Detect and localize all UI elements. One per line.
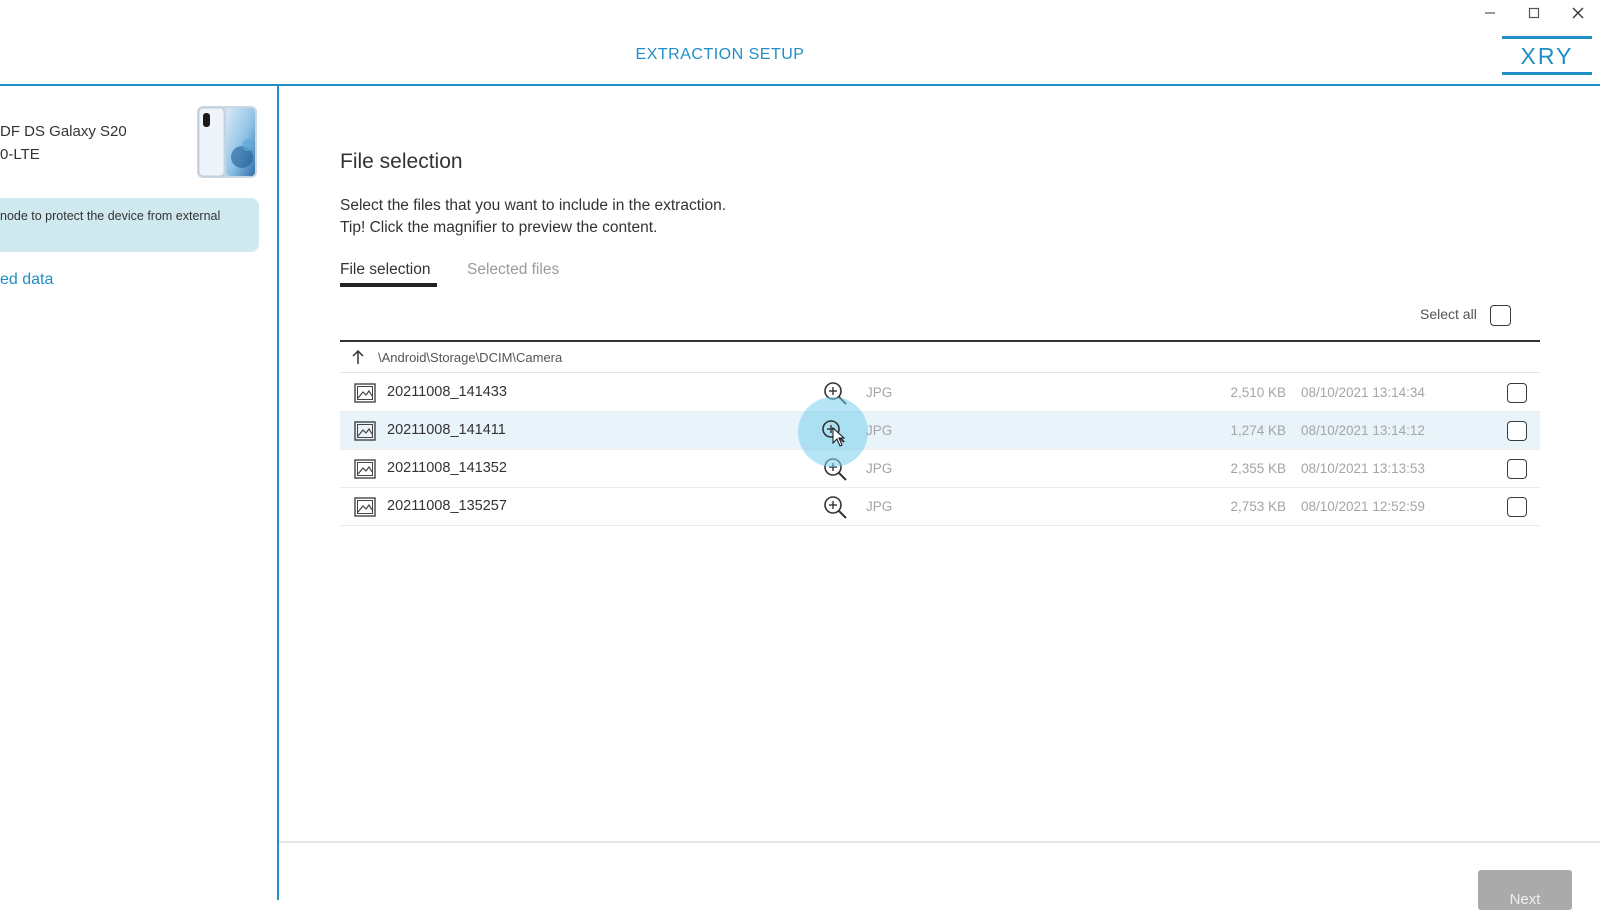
image-icon <box>354 459 376 479</box>
close-icon <box>1572 7 1584 19</box>
folder-path: \Android\Storage\DCIM\Camera <box>378 350 563 365</box>
path-row[interactable]: \Android\Storage\DCIM\Camera <box>340 342 1540 373</box>
file-date: 08/10/2021 13:14:12 <box>1301 423 1425 438</box>
device-name-line-2: 0-LTE <box>0 146 40 163</box>
file-size: 2,355 KB <box>1230 461 1286 476</box>
select-all-label: Select all <box>1420 306 1477 322</box>
file-checkbox[interactable] <box>1507 459 1527 479</box>
logo-text: XRY <box>1520 43 1574 69</box>
file-checkbox[interactable] <box>1507 497 1527 517</box>
file-type: JPG <box>866 499 893 514</box>
title-bar <box>0 0 1600 24</box>
file-row[interactable]: 20211008_141411 JPG 1,274 KB 08/10/2021 … <box>340 412 1540 450</box>
file-date: 08/10/2021 12:52:59 <box>1301 499 1425 514</box>
file-row[interactable]: 20211008_141352 JPG 2,355 KB 08/10/2021 … <box>340 450 1540 488</box>
tab-file-selection[interactable]: File selection <box>340 261 430 279</box>
file-date: 08/10/2021 13:13:53 <box>1301 461 1425 476</box>
active-tab-indicator <box>340 283 437 287</box>
file-name: 20211008_141352 <box>387 460 507 476</box>
sidebar-divider <box>277 86 279 900</box>
image-icon <box>354 421 376 441</box>
file-checkbox[interactable] <box>1507 421 1527 441</box>
minimize-icon <box>1485 12 1495 14</box>
file-name: 20211008_141433 <box>387 384 507 400</box>
next-button[interactable]: Next <box>1478 870 1572 910</box>
section-title: File selection <box>340 150 463 173</box>
tip-text: Tip! Click the magnifier to preview the … <box>340 219 658 236</box>
logo-top-bar <box>1502 36 1592 39</box>
file-type: JPG <box>866 423 893 438</box>
logo-bottom-bar <box>1502 72 1592 75</box>
xry-logo: XRY <box>1502 36 1592 76</box>
file-name: 20211008_141411 <box>387 422 506 438</box>
page-header-title: EXTRACTION SETUP <box>635 46 805 63</box>
maximize-button[interactable] <box>1514 2 1554 24</box>
instruction-text: Select the files that you want to includ… <box>340 197 727 214</box>
footer-divider <box>279 841 1600 843</box>
file-row[interactable]: 20211008_141433 JPG 2,510 KB 08/10/2021 … <box>340 374 1540 412</box>
info-notice: node to protect the device from external <box>0 198 259 252</box>
device-name-line-1: DF DS Galaxy S20 <box>0 123 127 140</box>
minimize-button[interactable] <box>1470 2 1510 24</box>
phone-image <box>197 106 257 178</box>
file-checkbox[interactable] <box>1507 383 1527 403</box>
zoom-in-icon[interactable] <box>822 494 848 520</box>
file-date: 08/10/2021 13:14:34 <box>1301 385 1425 400</box>
file-type: JPG <box>866 461 893 476</box>
file-type: JPG <box>866 385 893 400</box>
file-row[interactable]: 20211008_135257 JPG 2,753 KB 08/10/2021 … <box>340 488 1540 526</box>
file-name: 20211008_135257 <box>387 498 507 514</box>
maximize-icon <box>1528 7 1540 19</box>
close-button[interactable] <box>1558 2 1598 24</box>
device-name: DF DS Galaxy S20 0-LTE <box>0 120 127 166</box>
image-icon <box>354 497 376 517</box>
image-icon <box>354 383 376 403</box>
tab-selected-files[interactable]: Selected files <box>467 261 559 279</box>
notice-text: node to protect the device from external <box>0 209 221 223</box>
arrow-up-icon[interactable] <box>350 349 366 365</box>
mouse-cursor-icon <box>832 427 846 447</box>
file-size: 1,274 KB <box>1230 423 1286 438</box>
file-size: 2,510 KB <box>1230 385 1286 400</box>
sidebar-link[interactable]: ed data <box>0 271 53 289</box>
file-size: 2,753 KB <box>1230 499 1286 514</box>
select-all-checkbox[interactable] <box>1490 305 1511 326</box>
